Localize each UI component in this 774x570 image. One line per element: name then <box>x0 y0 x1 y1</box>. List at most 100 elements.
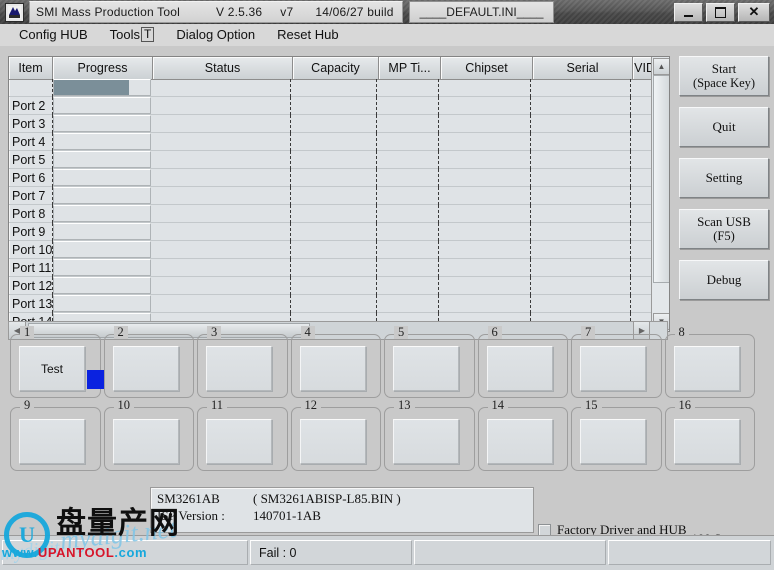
table-row[interactable]: Port 10 <box>9 241 669 259</box>
table-row[interactable]: Port 4 <box>9 133 669 151</box>
device-slot-15[interactable]: 15 <box>571 407 662 471</box>
button-label-primary: Scan USB <box>697 215 751 229</box>
device-slot-number: 1 <box>20 326 34 339</box>
port-list-body[interactable]: Port 2Port 3Port 4Port 5Port 6Port 7Port… <box>9 79 669 331</box>
status-panel-fail: Fail : 0 <box>250 540 412 565</box>
cell-item: Port 4 <box>9 133 53 151</box>
menu-item-dialog-option[interactable]: Dialog Option <box>165 25 266 45</box>
table-row[interactable]: Port 11 <box>9 259 669 277</box>
cell-serial <box>531 205 631 223</box>
firmware-file-name: ( SM3261ABISP-L85.BIN ) <box>253 491 401 507</box>
table-row[interactable]: Port 9 <box>9 223 669 241</box>
cell-capacity <box>291 187 377 205</box>
device-slot-6[interactable]: 6 <box>478 334 569 398</box>
device-slot-4[interactable]: 4 <box>291 334 382 398</box>
cell-capacity <box>291 151 377 169</box>
cell-progress-bar <box>53 223 151 240</box>
menu-label: Reset Hub <box>277 27 338 42</box>
device-slot-5[interactable]: 5 <box>384 334 475 398</box>
device-slot-row-top: 1Test2345678 <box>10 334 758 398</box>
maximize-button[interactable] <box>706 3 735 22</box>
device-slot-status-box <box>487 346 553 391</box>
debug-button[interactable]: Debug <box>679 260 769 300</box>
setting-button[interactable]: Setting <box>679 158 769 198</box>
device-slot-status-box <box>206 419 272 464</box>
table-row[interactable]: Port 5 <box>9 151 669 169</box>
device-slot-16[interactable]: 16 <box>665 407 756 471</box>
minimize-icon <box>684 15 693 17</box>
cell-status <box>151 241 291 259</box>
minimize-button[interactable] <box>674 3 703 22</box>
cell-status <box>151 187 291 205</box>
scroll-up-button[interactable]: ▲ <box>653 58 670 75</box>
cell-status <box>151 259 291 277</box>
table-row[interactable]: Port 6 <box>9 169 669 187</box>
menu-item-reset-hub[interactable]: Reset Hub <box>266 25 349 45</box>
window-version: V 2.5.36 <box>216 5 262 19</box>
menu-item-config-hub[interactable]: Config HUB <box>8 25 99 45</box>
device-slot-status-box <box>580 346 646 391</box>
start-button[interactable]: Start(Space Key) <box>679 56 769 96</box>
device-slot-2[interactable]: 2 <box>104 334 195 398</box>
menu-item-tools[interactable]: ToolsT <box>99 25 166 45</box>
cell-progress-bar <box>53 277 151 294</box>
device-slot-status-box <box>393 419 459 464</box>
cell-chipset <box>439 241 531 259</box>
column-header-serial[interactable]: Serial <box>533 57 633 79</box>
vertical-scroll-thumb[interactable] <box>653 75 670 283</box>
device-slot-9[interactable]: 9 <box>10 407 101 471</box>
device-slot-14[interactable]: 14 <box>478 407 569 471</box>
column-header-capacity[interactable]: Capacity <box>293 57 379 79</box>
table-row[interactable]: Port 8 <box>9 205 669 223</box>
device-slot-row-bottom: 910111213141516 <box>10 407 758 471</box>
cell-serial <box>531 223 631 241</box>
cell-mp-time <box>377 79 439 97</box>
table-row[interactable]: Port 13 <box>9 295 669 313</box>
cell-item: Port 9 <box>9 223 53 241</box>
device-slot-status-box <box>674 346 740 391</box>
device-slot-1[interactable]: 1Test <box>10 334 101 398</box>
device-slot-status-box: Test <box>19 346 85 391</box>
button-label-primary: Debug <box>707 273 742 287</box>
scan-usb-button[interactable]: Scan USB(F5) <box>679 209 769 249</box>
device-slot-12[interactable]: 12 <box>291 407 382 471</box>
close-button[interactable]: ✕ <box>738 3 770 22</box>
cell-capacity <box>291 169 377 187</box>
cell-capacity <box>291 277 377 295</box>
button-label-primary: Start <box>712 62 737 76</box>
table-row[interactable]: Port 3 <box>9 115 669 133</box>
action-button-panel: Start(Space Key) Quit Setting Scan USB(F5) D… <box>679 56 767 311</box>
port-list-grid[interactable]: ItemProgressStatusCapacityMP Ti...Chipse… <box>8 56 670 332</box>
column-header-progress[interactable]: Progress <box>53 57 153 79</box>
table-row[interactable]: Port 7 <box>9 187 669 205</box>
device-slot-10[interactable]: 10 <box>104 407 195 471</box>
cell-serial <box>531 241 631 259</box>
device-slot-status-box <box>300 346 366 391</box>
column-header-status[interactable]: Status <box>153 57 293 79</box>
window-controls: ✕ <box>674 3 770 22</box>
cell-progress-bar <box>53 97 151 114</box>
firmware-info-line-2: ISP Version : 140701-1AB <box>157 508 321 524</box>
cell-chipset <box>439 169 531 187</box>
device-slot-7[interactable]: 7 <box>571 334 662 398</box>
column-header-chipset[interactable]: Chipset <box>441 57 533 79</box>
cell-progress-bar <box>53 259 151 276</box>
table-row[interactable] <box>9 79 669 97</box>
button-label-primary: Quit <box>712 120 735 134</box>
column-header-mp-ti[interactable]: MP Ti... <box>379 57 441 79</box>
device-slot-11[interactable]: 11 <box>197 407 288 471</box>
cell-chipset <box>439 97 531 115</box>
table-row[interactable]: Port 12 <box>9 277 669 295</box>
cell-serial <box>531 133 631 151</box>
main-content-area: ItemProgressStatusCapacityMP Ti...Chipse… <box>0 46 774 569</box>
device-slot-3[interactable]: 3 <box>197 334 288 398</box>
quit-button[interactable]: Quit <box>679 107 769 147</box>
table-row[interactable]: Port 2 <box>9 97 669 115</box>
device-slot-8[interactable]: 8 <box>665 334 756 398</box>
device-slot-number: 3 <box>207 326 221 339</box>
port-list-vertical-scrollbar[interactable]: ▲ ▼ <box>651 57 669 331</box>
device-slot-number: 13 <box>394 399 415 412</box>
cell-capacity <box>291 97 377 115</box>
column-header-item[interactable]: Item <box>9 57 53 79</box>
device-slot-13[interactable]: 13 <box>384 407 475 471</box>
